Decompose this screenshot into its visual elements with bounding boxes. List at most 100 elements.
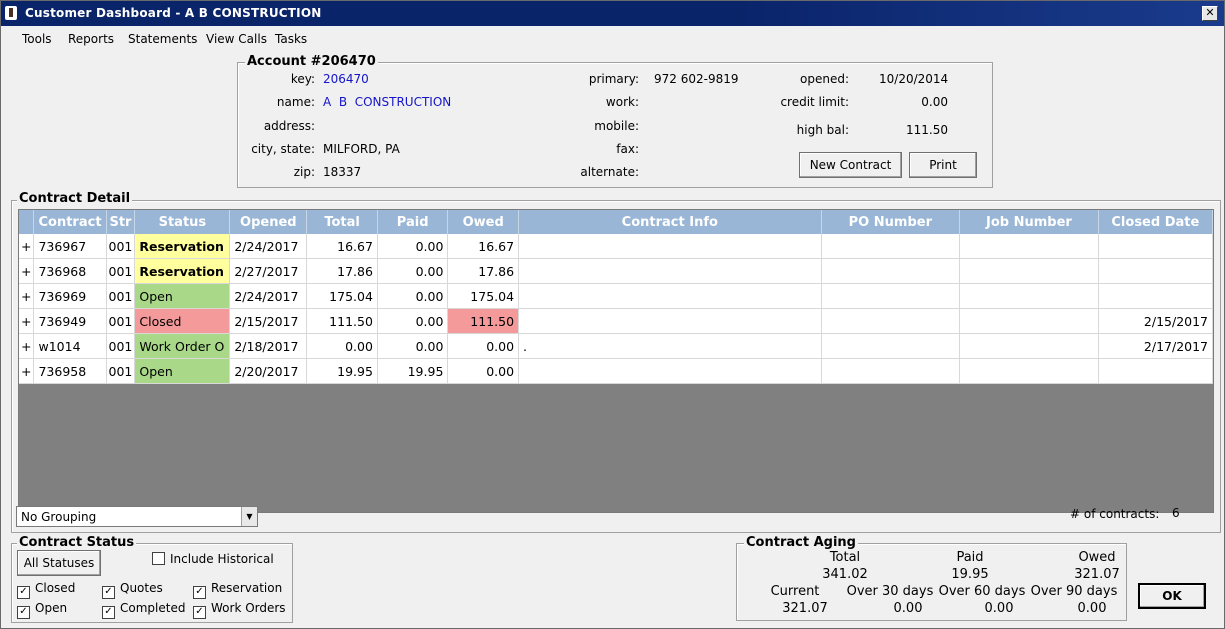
cell-closed-date (1098, 358, 1214, 384)
contract-aging-header: Contract Aging (744, 535, 858, 550)
print-button[interactable]: Print (909, 152, 977, 178)
check-icon[interactable]: ✓ (193, 586, 206, 599)
cell-opened: 2/24/2017 (229, 283, 308, 309)
col-owed[interactable]: Owed (447, 210, 520, 234)
col-contract-info[interactable]: Contract Info (518, 210, 822, 234)
include-historical-checkbox[interactable]: Include Historical (152, 552, 274, 566)
cell-closed-date (1098, 258, 1214, 284)
primary-value: 972 602-9819 (654, 72, 739, 86)
menu-reports[interactable]: Reports (68, 32, 114, 46)
grouping-value: No Grouping (21, 510, 97, 524)
col-po-number[interactable]: PO Number (821, 210, 961, 234)
cell-contract-info (518, 308, 822, 334)
table-row[interactable]: + 736967 001 Reservation 2/24/2017 16.67… (19, 234, 1214, 259)
menu-view-calls[interactable]: View Calls (206, 32, 267, 46)
menu-statements[interactable]: Statements (128, 32, 197, 46)
ok-button[interactable]: OK (1138, 583, 1206, 609)
expand-toggle[interactable]: + (19, 333, 35, 359)
cell-po-number (821, 283, 961, 309)
cell-opened: 2/27/2017 (229, 258, 308, 284)
menu-tools[interactable]: Tools (22, 32, 52, 46)
expand-toggle[interactable]: + (19, 358, 35, 384)
table-row[interactable]: + 736958 001 Open 2/20/2017 19.95 19.95 … (19, 358, 1214, 384)
aging-over90-label: Over 90 days (1030, 584, 1118, 599)
cell-contract: w1014 (33, 333, 107, 359)
all-statuses-button[interactable]: All Statuses (17, 550, 101, 576)
menu-bar: Tools Reports Statements View Calls Task… (1, 29, 1224, 49)
cell-str: 001 (106, 358, 136, 384)
cell-total: 17.86 (306, 258, 378, 284)
table-row[interactable]: + 736949 001 Closed 2/15/2017 111.50 0.0… (19, 308, 1214, 334)
cell-contract: 736958 (33, 358, 107, 384)
table-row[interactable]: + w1014 001 Work Order O 2/18/2017 0.00 … (19, 333, 1214, 359)
cell-status: Reservation (134, 258, 231, 284)
cell-po-number (821, 333, 961, 359)
aging-over90-value: 0.00 (1077, 601, 1107, 616)
expand-header[interactable] (19, 210, 35, 234)
col-str[interactable]: Str (106, 210, 136, 234)
quotes-checkbox[interactable]: ✓ Quotes (102, 581, 163, 599)
check-icon[interactable]: ✓ (193, 606, 206, 619)
col-job-number[interactable]: Job Number (959, 210, 1099, 234)
check-icon[interactable]: ✓ (17, 606, 30, 619)
closed-checkbox[interactable]: ✓ Closed (17, 581, 75, 599)
cell-contract: 736967 (33, 234, 107, 259)
col-total[interactable]: Total (306, 210, 378, 234)
cell-owed: 111.50 (447, 308, 520, 334)
cell-paid: 0.00 (377, 234, 449, 259)
cell-owed: 175.04 (447, 283, 520, 309)
col-closed-date[interactable]: Closed Date (1098, 210, 1214, 234)
col-opened[interactable]: Opened (229, 210, 308, 234)
open-checkbox[interactable]: ✓ Open (17, 601, 67, 619)
quotes-label: Quotes (120, 581, 163, 595)
cell-paid: 19.95 (377, 358, 449, 384)
col-status[interactable]: Status (134, 210, 231, 234)
expand-toggle[interactable]: + (19, 283, 35, 309)
aging-current-label: Current (770, 584, 820, 599)
title-bar: Customer Dashboard - A B CONSTRUCTION ✕ (1, 1, 1224, 26)
aging-over60-value: 0.00 (984, 601, 1014, 616)
menu-tasks[interactable]: Tasks (275, 32, 307, 46)
expand-toggle[interactable]: + (19, 258, 35, 284)
work-orders-checkbox[interactable]: ✓ Work Orders (193, 601, 286, 619)
cell-total: 16.67 (306, 234, 378, 259)
cell-opened: 2/20/2017 (229, 358, 308, 384)
cell-paid: 0.00 (377, 333, 449, 359)
completed-checkbox[interactable]: ✓ Completed (102, 601, 185, 619)
table-row[interactable]: + 736969 001 Open 2/24/2017 175.04 0.00 … (19, 283, 1214, 309)
col-contract[interactable]: Contract (33, 210, 107, 234)
check-icon[interactable]: ✓ (17, 586, 30, 599)
cell-total: 111.50 (306, 308, 378, 334)
name-label: name: (276, 95, 315, 109)
work-orders-label: Work Orders (211, 601, 286, 615)
cell-opened: 2/15/2017 (229, 308, 308, 334)
close-icon[interactable]: ✕ (1202, 6, 1218, 21)
cell-contract-info (518, 358, 822, 384)
alternate-label: alternate: (580, 165, 639, 179)
closed-label: Closed (35, 581, 76, 595)
address-label: address: (263, 119, 315, 133)
reservation-checkbox[interactable]: ✓ Reservation (193, 581, 282, 599)
cell-po-number (821, 358, 961, 384)
expand-toggle[interactable]: + (19, 308, 35, 334)
aging-owed-label: Owed (1078, 550, 1116, 565)
cell-str: 001 (106, 333, 136, 359)
chevron-down-icon[interactable]: ▼ (241, 507, 257, 526)
new-contract-button[interactable]: New Contract (799, 152, 902, 178)
cell-job-number (959, 258, 1099, 284)
cell-status: Reservation (134, 234, 231, 259)
expand-toggle[interactable]: + (19, 234, 35, 259)
col-paid[interactable]: Paid (377, 210, 449, 234)
customer-dashboard-window: Customer Dashboard - A B CONSTRUCTION ✕ … (0, 0, 1225, 629)
cell-paid: 0.00 (377, 258, 449, 284)
table-row[interactable]: + 736968 001 Reservation 2/27/2017 17.86… (19, 258, 1214, 284)
include-historical-label: Include Historical (170, 552, 274, 566)
cell-total: 0.00 (306, 333, 378, 359)
checkbox-box[interactable] (152, 552, 165, 565)
grouping-select[interactable]: No Grouping ▼ (16, 506, 258, 527)
check-icon[interactable]: ✓ (102, 606, 115, 619)
contracts-table: Contract Str Status Opened Total Paid Ow… (19, 210, 1214, 384)
account-header: Account #206470 (245, 54, 378, 69)
key-label: key: (290, 72, 315, 86)
check-icon[interactable]: ✓ (102, 586, 115, 599)
